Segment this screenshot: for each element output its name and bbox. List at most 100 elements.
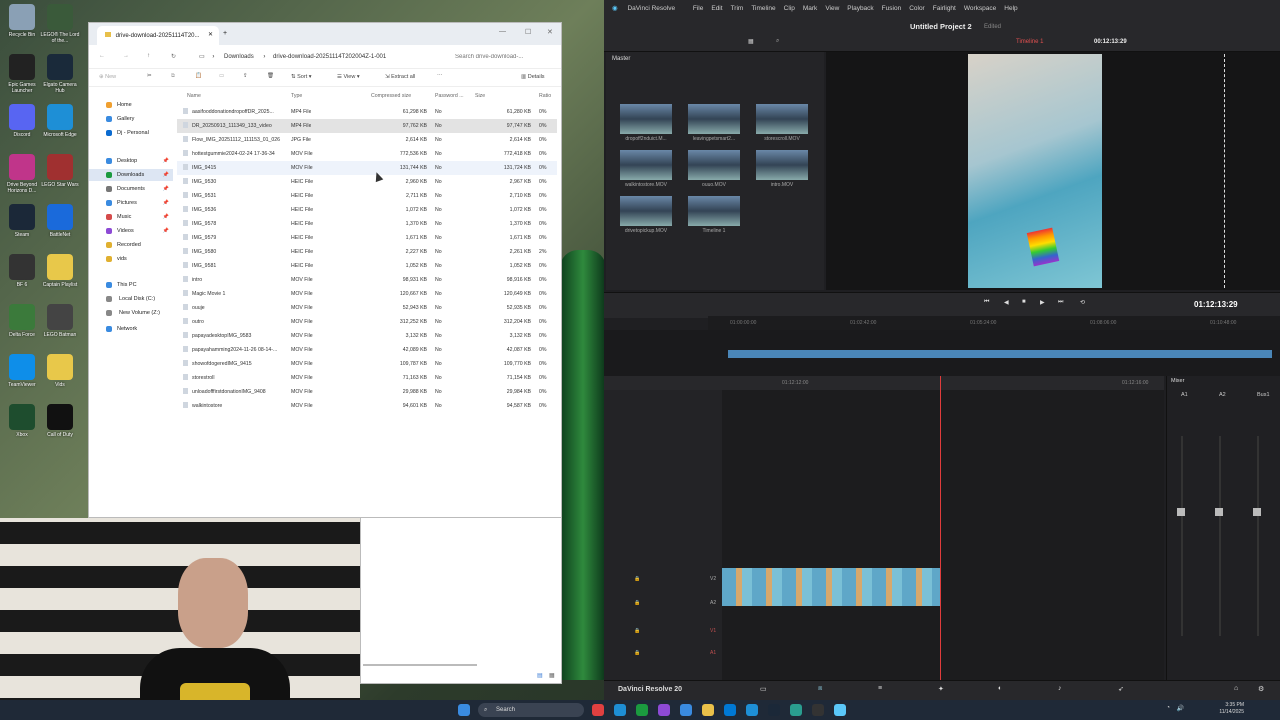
desktop-icon[interactable]: Captain Playlist bbox=[40, 254, 80, 288]
grid-view-icon[interactable]: ▦ bbox=[748, 38, 754, 45]
mixer-fader[interactable] bbox=[1181, 436, 1183, 636]
more-icon[interactable]: ··· bbox=[437, 72, 443, 78]
lock-icon[interactable]: 🔒 bbox=[634, 650, 640, 656]
taskbar-app-icon[interactable] bbox=[592, 704, 604, 716]
nav-item[interactable]: Pictures 📌 bbox=[89, 197, 173, 209]
timeline-clip[interactable] bbox=[722, 568, 940, 606]
taskbar-app-icon[interactable] bbox=[658, 704, 670, 716]
bin-master[interactable]: Master bbox=[612, 56, 630, 62]
desktop-icon[interactable]: LEGO Star Wars bbox=[40, 154, 80, 188]
search-input[interactable] bbox=[455, 49, 555, 65]
file-row[interactable]: IMG_9530 HEIC File 2,960 KB No 2,967 KB 0% bbox=[177, 175, 557, 189]
menu-item[interactable]: Trim bbox=[731, 5, 744, 12]
sort-button[interactable]: ⇅ Sort ▾ bbox=[291, 74, 312, 80]
file-row[interactable]: storestroll MOV File 71,163 KB No 71,154 KB 0… bbox=[177, 371, 557, 385]
timeline-clips-overview[interactable] bbox=[728, 350, 1272, 358]
column-ratio[interactable]: Ratio bbox=[539, 91, 551, 101]
desktop-icon[interactable]: Epic Games Launcher bbox=[2, 54, 42, 94]
taskbar-app-icon[interactable] bbox=[636, 704, 648, 716]
extract-all-button[interactable]: ⇲ Extract all bbox=[385, 74, 415, 80]
file-row[interactable]: DR_20250913_111349_133_video MP4 File 97,7… bbox=[177, 119, 557, 133]
file-row[interactable]: ouuje MOV File 52,943 KB No 52,935 KB 0% bbox=[177, 301, 557, 315]
details-view-icon[interactable]: ▤ bbox=[537, 672, 543, 679]
cut-icon[interactable]: ✂ bbox=[147, 73, 152, 79]
edit-page-icon[interactable]: ≡ bbox=[878, 685, 882, 692]
media-clip[interactable]: leavingpetsmart2... bbox=[688, 104, 740, 142]
explorer-tab[interactable]: drive-download-20251114T20... ✕ bbox=[97, 26, 219, 45]
column-name[interactable]: Name bbox=[187, 91, 201, 101]
column-compressed[interactable]: Compressed size bbox=[371, 91, 411, 101]
media-clip[interactable]: drivetopickup.MOV bbox=[620, 196, 672, 234]
timeline-ruler[interactable]: 01:00:00:00 01:02:42:00 01:05:24:00 01:08:0… bbox=[708, 316, 1280, 330]
media-clip[interactable]: dropoff2nduict.M... bbox=[620, 104, 672, 142]
menu-item[interactable]: Help bbox=[1004, 5, 1017, 12]
nav-item[interactable]: Videos 📌 bbox=[89, 225, 173, 237]
file-row[interactable]: IMG_9415 MOV File 131,744 KB No 131,724 KB 0% bbox=[177, 161, 557, 175]
file-row[interactable]: hottestgummie2024-02-24 17-36-34 MOV File… bbox=[177, 147, 557, 161]
close-tab-icon[interactable]: ✕ bbox=[208, 31, 213, 38]
nav-item[interactable]: New Volume (Z:) bbox=[89, 307, 173, 319]
taskbar-app-icon[interactable] bbox=[790, 704, 802, 716]
desktop-icon[interactable]: Drive Beyond Horizons D... bbox=[2, 154, 42, 194]
system-clock[interactable]: 3:35 PM 11/14/2025 bbox=[1219, 702, 1244, 716]
file-row[interactable]: IMG_9581 HEIC File 1,052 KB No 1,052 KB 0% bbox=[177, 259, 557, 273]
media-page-icon[interactable]: ▭ bbox=[760, 685, 767, 693]
home-icon[interactable]: ⌂ bbox=[1234, 685, 1238, 692]
nav-item[interactable]: Documents 📌 bbox=[89, 183, 173, 195]
media-clip[interactable]: walkintostore.MOV bbox=[620, 150, 672, 188]
menu-item[interactable]: Clip bbox=[784, 5, 795, 12]
reverse-icon[interactable]: ◀ bbox=[1004, 299, 1009, 306]
file-row[interactable]: papayadesktopIMG_9583 MOV File 3,132 KB No 3… bbox=[177, 329, 557, 343]
stop-icon[interactable]: ■ bbox=[1022, 299, 1026, 305]
menu-item[interactable]: Fairlight bbox=[933, 5, 956, 12]
color-page-icon[interactable]: ◐ bbox=[998, 685, 1002, 692]
desktop-icon[interactable]: LEGO® The Lord of the... bbox=[40, 4, 80, 44]
nav-item[interactable]: This PC bbox=[89, 279, 173, 291]
column-password[interactable]: Password ... bbox=[435, 91, 464, 101]
maximize-icon[interactable]: ☐ bbox=[525, 28, 531, 36]
search-icon[interactable]: ⌕ bbox=[776, 38, 779, 45]
lock-icon[interactable]: 🔒 bbox=[634, 628, 640, 634]
taskbar-app-icon[interactable] bbox=[768, 704, 780, 716]
taskbar-app-icon[interactable] bbox=[746, 704, 758, 716]
nav-item[interactable]: Downloads 📌 bbox=[89, 169, 173, 181]
menu-item[interactable]: Timeline bbox=[751, 5, 775, 12]
file-row[interactable]: walkintostore MOV File 94,601 KB No 94,587 K… bbox=[177, 399, 557, 413]
column-size[interactable]: Size bbox=[475, 91, 485, 101]
desktop-icon[interactable]: BattleNet bbox=[40, 204, 80, 238]
file-row[interactable]: IMG_9579 HEIC File 1,671 KB No 1,671 KB 0% bbox=[177, 231, 557, 245]
loop-icon[interactable]: ⟲ bbox=[1080, 299, 1085, 306]
fader-knob[interactable] bbox=[1253, 508, 1261, 516]
file-row[interactable]: Flow_IMG_20251112_111153_01_026 JPG File 2… bbox=[177, 133, 557, 147]
new-tab-icon[interactable]: + bbox=[223, 30, 227, 37]
mixer-fader[interactable] bbox=[1257, 436, 1259, 636]
file-row[interactable]: outro MOV File 312,252 KB No 312,204 KB 0% bbox=[177, 315, 557, 329]
taskbar-app-icon[interactable] bbox=[702, 704, 714, 716]
nav-item[interactable]: Dj - Personal bbox=[89, 127, 173, 139]
delete-icon[interactable]: 🗑 bbox=[267, 73, 274, 79]
timeline-dropdown[interactable]: Timeline 1 bbox=[1016, 39, 1043, 45]
breadcrumb-folder[interactable]: drive-download-20251114T202004Z-1-001 bbox=[273, 54, 386, 60]
file-row[interactable]: Magic Movie 1 MOV File 120,667 KB No 120,649… bbox=[177, 287, 557, 301]
fusion-page-icon[interactable]: ✦ bbox=[938, 685, 944, 693]
desktop-icon[interactable]: Recycle Bin bbox=[2, 4, 42, 38]
desktop-icon[interactable]: TeamViewer bbox=[2, 354, 42, 388]
nav-item[interactable]: vids bbox=[89, 253, 173, 265]
horizontal-scrollbar[interactable] bbox=[363, 664, 477, 666]
media-clip[interactable]: intro.MOV bbox=[756, 150, 808, 188]
file-row[interactable]: IMG_9536 HEIC File 1,072 KB No 1,072 KB 0% bbox=[177, 203, 557, 217]
wifi-icon[interactable]: ◔ bbox=[1166, 705, 1170, 711]
playhead[interactable] bbox=[940, 376, 941, 680]
volume-icon[interactable]: 🔊 bbox=[1177, 705, 1184, 712]
deliver-page-icon[interactable]: ➶ bbox=[1118, 685, 1124, 693]
skip-start-icon[interactable]: ⏮ bbox=[984, 299, 989, 306]
desktop-icon[interactable]: Discord bbox=[2, 104, 42, 138]
desktop-icon[interactable]: Delta Force bbox=[2, 304, 42, 338]
start-icon[interactable] bbox=[458, 704, 470, 716]
desktop-icon[interactable]: Xbox bbox=[2, 404, 42, 438]
nav-item[interactable]: Desktop 📌 bbox=[89, 155, 173, 167]
cut-page-icon[interactable]: ⧈ bbox=[818, 685, 822, 693]
column-type[interactable]: Type bbox=[291, 91, 302, 101]
nav-item[interactable]: Gallery bbox=[89, 113, 173, 125]
fader-knob[interactable] bbox=[1177, 508, 1185, 516]
